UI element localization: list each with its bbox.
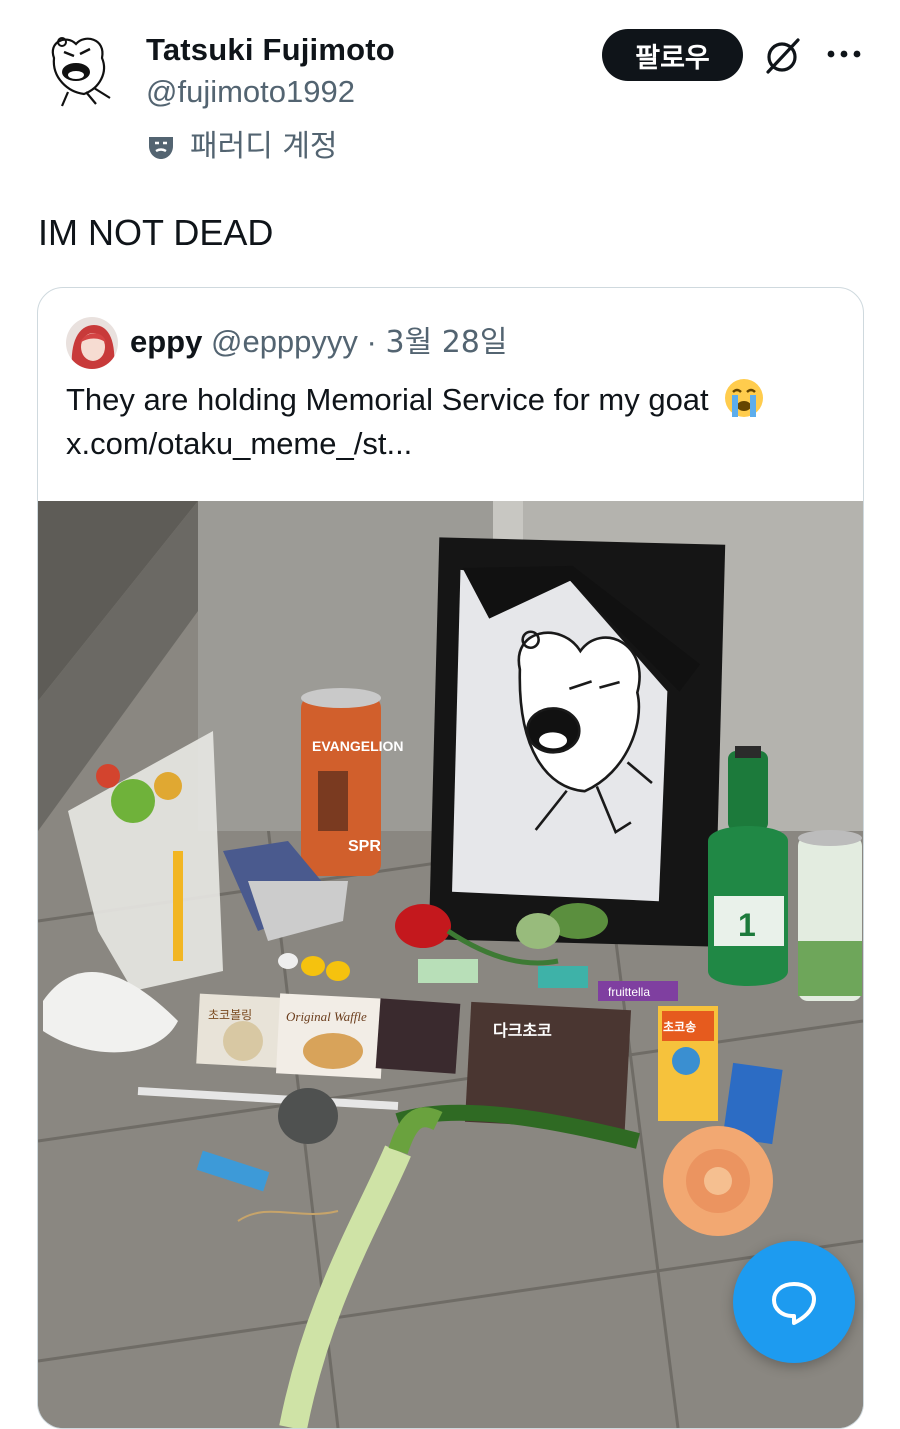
memorial-frame — [428, 537, 726, 947]
crying-face-emoji-icon — [725, 379, 764, 417]
red-hair-girl-avatar-icon — [66, 317, 118, 369]
bottle-number: 1 — [738, 907, 756, 943]
grok-icon[interactable] — [763, 37, 803, 75]
theater-mask-icon — [149, 137, 173, 159]
parody-account-label: 패러디 계정 — [190, 129, 338, 164]
peach-flower — [663, 1126, 773, 1236]
quote-separator: · — [366, 324, 377, 359]
parody-label-row: 패러디 계정 — [146, 125, 338, 169]
quote-text: They are holding Memorial Service for my… — [66, 382, 709, 417]
snack-bag-3-label: 다크초코 — [493, 1021, 552, 1040]
quote-link[interactable]: x.com/otaku_meme_/st... — [66, 422, 846, 466]
author-block: Tatsuki Fujimoto @fujimoto1992 — [146, 30, 395, 114]
author-handle[interactable]: @fujimoto1992 — [146, 70, 395, 114]
quote-author-handle[interactable]: @epppyyy — [211, 324, 358, 359]
more-dots-icon[interactable] — [826, 43, 862, 65]
post-text: IM NOT DEAD — [38, 212, 274, 253]
quote-text-block: They are holding Memorial Service for my… — [66, 377, 846, 466]
choco-box: 초코송 — [658, 1006, 718, 1121]
quote-date[interactable]: 3월 28일 — [386, 325, 508, 360]
snack-bag-2-label: Original Waffle — [286, 1009, 367, 1024]
can-label: EVANGELION — [312, 738, 404, 754]
can-word: SPR — [348, 838, 381, 855]
snack-bag-1-label: 초코볼링 — [208, 1008, 252, 1022]
quote-avatar[interactable] — [66, 317, 118, 369]
quoted-post[interactable]: eppy @epppyyy · 3월 28일 They are holding … — [37, 287, 864, 1429]
author-name[interactable]: Tatsuki Fujimoto — [146, 30, 395, 70]
choco-box-label: 초코송 — [663, 1020, 696, 1034]
compose-reply-icon — [772, 1282, 816, 1325]
quote-author-name[interactable]: eppy — [130, 324, 202, 359]
snack-bag-2: Original Waffle — [275, 993, 386, 1079]
author-avatar[interactable] — [38, 28, 126, 116]
follow-button[interactable]: 팔로우 — [602, 29, 743, 81]
heart-character-avatar-icon — [39, 29, 125, 115]
green-can — [798, 830, 862, 1001]
candy-label: fruittella — [608, 985, 650, 999]
quote-header: eppy @epppyyy · 3월 28일 — [130, 322, 508, 363]
compose-reply-button[interactable] — [733, 1241, 855, 1363]
